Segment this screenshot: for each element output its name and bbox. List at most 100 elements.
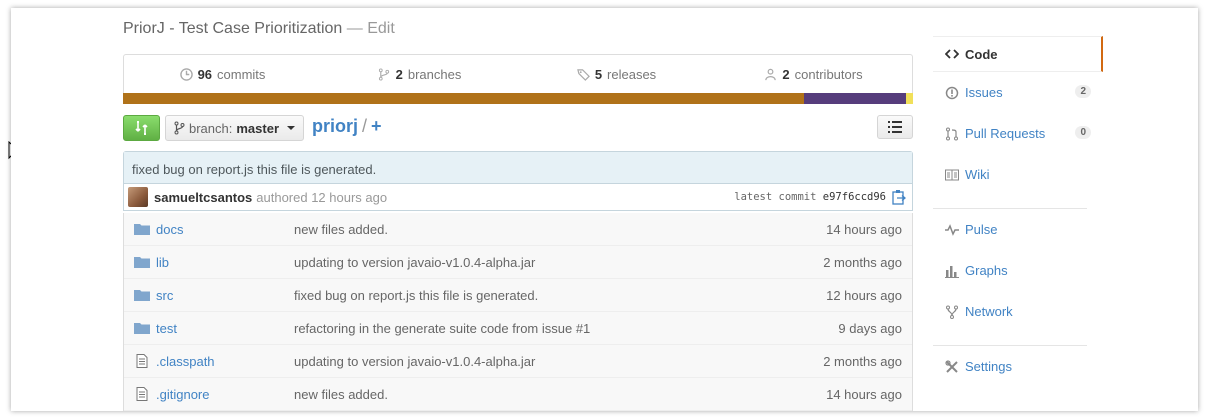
contributors-label: contributors [794,66,863,82]
branches-label: branches [407,66,462,82]
commit-sha[interactable]: e97f6ccd96 [823,191,886,203]
compare-button[interactable] [123,115,160,141]
file-row: src fixed bug on report.js this file is g… [124,279,912,312]
repo-description: PriorJ - Test Case Prioritization — Edit [123,20,395,38]
pulls-counter: 0 [1075,126,1091,139]
file-commit-message[interactable]: refactoring in the generate suite code f… [294,321,912,336]
file-commit-message[interactable]: fixed bug on report.js this file is gene… [294,288,912,303]
nav-network[interactable]: Network [933,291,1103,332]
language-segment[interactable] [803,93,906,104]
graph-icon [945,265,959,278]
branch-icon [174,121,185,135]
browser-window: PriorJ - Test Case Prioritization — Edit… [11,8,1198,411]
branch-name: master [236,120,280,136]
repo-sidebar: Code Issues 2 Pull Requests 0 Wiki Pulse… [933,36,1103,387]
language-bar[interactable] [123,93,913,104]
file-navigation: branch: master priorj / + [123,115,913,141]
add-file-button[interactable]: + [371,116,382,136]
nav-pull-requests[interactable]: Pull Requests 0 [933,113,1103,154]
branches-count: 2 [395,66,403,82]
file-name-link[interactable]: .classpath [156,354,294,369]
file-commit-message[interactable]: updating to version javaio-v1.0.4-alpha.… [294,354,912,369]
list-view-button[interactable] [877,115,913,139]
nav-wiki[interactable]: Wiki [933,154,1103,195]
commit-meta: samueltcsantos authored 12 hours ago lat… [124,184,912,210]
file-age: 9 days ago [838,320,902,336]
file-commit-message[interactable]: updating to version javaio-v1.0.4-alpha.… [294,255,912,270]
branch-select-button[interactable]: branch: master [165,115,305,141]
nav-graphs-label: Graphs [965,263,1008,278]
file-age: 14 hours ago [826,221,902,237]
organization-icon [765,68,777,80]
repo-root-link[interactable]: priorj [312,116,358,136]
branch-icon [378,67,389,81]
nav-wiki-label: Wiki [965,167,990,182]
folder-icon [134,323,150,334]
releases-stat[interactable]: 5 releases [518,55,715,93]
releases-count: 5 [594,66,603,82]
path-separator: / [362,116,368,136]
repo-description-text: PriorJ - Test Case Prioritization [123,20,343,37]
folder-icon [134,224,150,235]
nav-graphs[interactable]: Graphs [933,250,1103,291]
file-name-link[interactable]: src [156,288,294,303]
nav-issues-label: Issues [965,85,1003,100]
last-commit-box: fixed bug on report.js this file is gene… [123,151,913,211]
contributors-count: 2 [782,66,790,82]
language-segment[interactable] [905,93,913,104]
file-list: docs new files added. 14 hours ago lib updat… [123,213,913,411]
commit-author[interactable]: samueltcsantos [154,190,252,205]
commits-stat[interactable]: 96 commits [124,55,321,93]
compare-icon [134,121,148,135]
nav-pulse[interactable]: Pulse [933,209,1103,250]
file-commit-message[interactable]: new files added. [294,222,912,237]
file-row: lib updating to version javaio-v1.0.4-alp… [124,246,912,279]
nav-pull-requests-label: Pull Requests [965,126,1046,141]
file-icon [136,354,148,368]
commits-count: 96 [197,66,213,82]
nav-pulse-label: Pulse [965,222,998,237]
breadcrumb: priorj / + [312,116,382,137]
file-name-link[interactable]: lib [156,255,294,270]
file-age: 14 hours ago [826,386,902,402]
file-age: 2 months ago [823,353,902,369]
file-name-link[interactable]: .gitignore [156,387,294,402]
releases-label: releases [607,66,657,82]
folder-icon [134,290,150,301]
nav-issues[interactable]: Issues 2 [933,72,1103,113]
edit-description-link[interactable]: Edit [367,20,395,37]
nav-divider [933,332,1087,346]
branch-label: branch: [189,120,233,136]
file-name-link[interactable]: test [156,321,294,336]
latest-commit-label: latest commit [734,191,817,203]
tag-icon [576,68,590,81]
nav-settings-label: Settings [965,359,1012,374]
latest-commit: latest commit e97f6ccd96 [734,191,886,203]
nav-settings[interactable]: Settings [933,346,1103,387]
commits-label: commits [217,66,266,82]
tools-icon [945,359,958,373]
file-age: 2 months ago [823,254,902,270]
file-name-link[interactable]: docs [156,222,294,237]
contributors-stat[interactable]: 2 contributors [715,55,912,93]
nav-divider [933,195,1087,209]
history-icon [179,67,193,81]
avatar[interactable] [128,187,148,207]
nav-network-label: Network [965,304,1013,319]
list-icon [888,121,902,133]
pulse-icon [945,223,959,236]
pull-request-icon [946,127,958,140]
file-age: 12 hours ago [826,287,902,303]
commit-message[interactable]: fixed bug on report.js this file is gene… [124,152,912,184]
file-icon [136,387,148,401]
caret-down-icon [287,126,296,130]
description-separator: — [346,20,363,37]
language-segment[interactable] [123,93,804,104]
file-commit-message[interactable]: new files added. [294,387,912,402]
branches-stat[interactable]: 2 branches [321,55,518,93]
commit-time: authored 12 hours ago [256,189,388,205]
clipboard-icon[interactable] [892,189,906,205]
issues-counter: 2 [1075,85,1091,98]
nav-code[interactable]: Code [933,36,1103,72]
file-row: .classpath updating to version javaio-v1.… [124,345,912,378]
